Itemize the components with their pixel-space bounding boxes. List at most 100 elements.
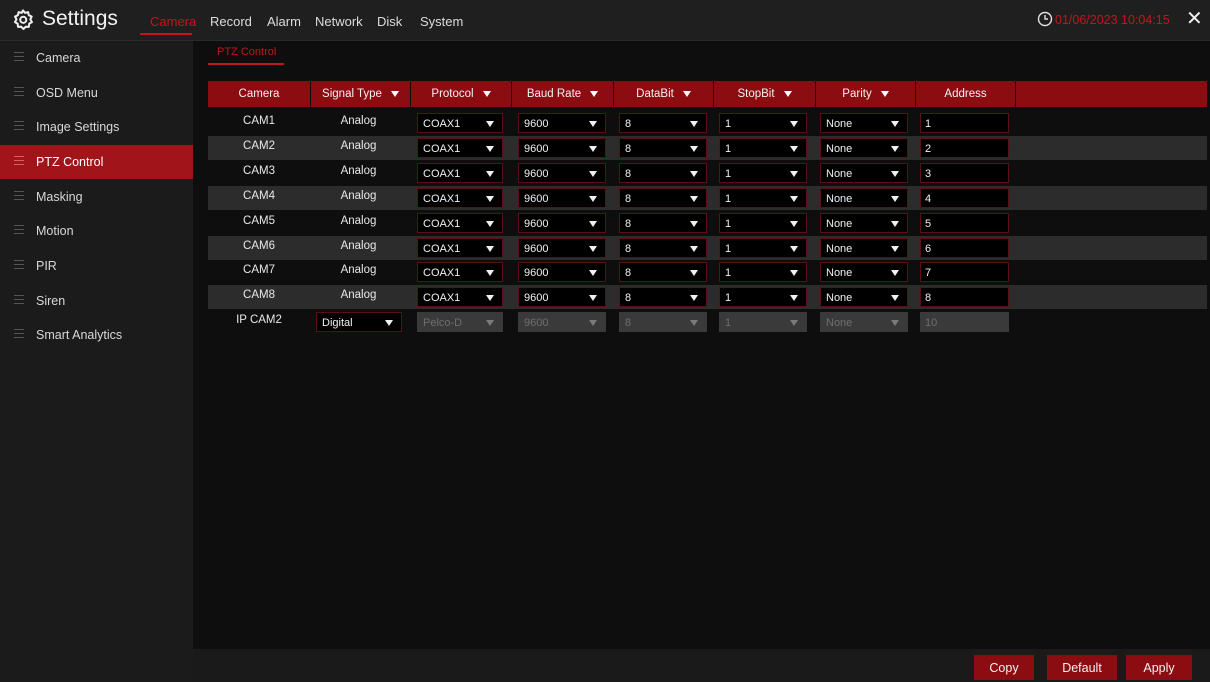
parity-select[interactable]: None bbox=[820, 262, 908, 282]
databit-select[interactable]: 8 bbox=[619, 287, 707, 307]
protocol-select[interactable]: COAX1 bbox=[417, 113, 503, 133]
select-value: COAX1 bbox=[423, 118, 461, 130]
baud-select[interactable]: 9600 bbox=[518, 213, 606, 233]
menu-alarm[interactable]: Alarm bbox=[267, 14, 301, 29]
select-value: COAX1 bbox=[423, 143, 461, 155]
menu-camera[interactable]: Camera bbox=[150, 14, 196, 29]
apply-button[interactable]: Apply bbox=[1126, 655, 1192, 680]
stopbit-select[interactable]: 1 bbox=[719, 238, 807, 258]
parity-select[interactable]: None bbox=[820, 113, 908, 133]
stopbit-select[interactable]: 1 bbox=[719, 213, 807, 233]
address-input[interactable]: 2 bbox=[920, 138, 1009, 158]
sidebar-item-label: Image Settings bbox=[36, 120, 120, 134]
dropdown-arrow-icon bbox=[790, 171, 798, 177]
select-value: 1 bbox=[725, 317, 732, 329]
menu-record[interactable]: Record bbox=[210, 14, 252, 29]
protocol-select[interactable]: COAX1 bbox=[417, 188, 503, 208]
header-protocol[interactable]: Protocol bbox=[411, 81, 511, 107]
stopbit-select[interactable]: 1 bbox=[719, 287, 807, 307]
parity-select[interactable]: None bbox=[820, 238, 908, 258]
protocol-select[interactable]: COAX1 bbox=[417, 287, 503, 307]
dropdown-arrow-icon bbox=[790, 295, 798, 301]
stopbit-select[interactable]: 1 bbox=[719, 188, 807, 208]
menu-disk[interactable]: Disk bbox=[377, 14, 402, 29]
databit-select[interactable]: 8 bbox=[619, 163, 707, 183]
parity-select[interactable]: None bbox=[820, 163, 908, 183]
header-label: Parity bbox=[842, 88, 872, 100]
menu-network[interactable]: Network bbox=[315, 14, 363, 29]
protocol-select[interactable]: COAX1 bbox=[417, 138, 503, 158]
databit-select[interactable]: 8 bbox=[619, 188, 707, 208]
stopbit-select[interactable]: 1 bbox=[719, 163, 807, 183]
input-value: 6 bbox=[925, 243, 932, 255]
header-divider bbox=[1015, 81, 1016, 107]
address-input[interactable]: 3 bbox=[920, 163, 1009, 183]
menu-system[interactable]: System bbox=[420, 14, 463, 29]
header-databit[interactable]: DataBit bbox=[614, 81, 713, 107]
dropdown-arrow-icon bbox=[589, 146, 597, 152]
address-input: 10 bbox=[920, 312, 1009, 332]
baud-select[interactable]: 9600 bbox=[518, 287, 606, 307]
tab-ptz-control[interactable]: PTZ Control bbox=[217, 46, 276, 58]
header-parity[interactable]: Parity bbox=[816, 81, 915, 107]
databit-select[interactable]: 8 bbox=[619, 238, 707, 258]
select-value: 8 bbox=[625, 267, 632, 279]
sidebar-item-ptz-control[interactable]: PTZ Control bbox=[0, 145, 193, 179]
address-input[interactable]: 1 bbox=[920, 113, 1009, 133]
list-icon bbox=[14, 260, 24, 271]
parity-select[interactable]: None bbox=[820, 138, 908, 158]
signal-type-select[interactable]: Digital bbox=[316, 312, 402, 332]
address-input[interactable]: 4 bbox=[920, 188, 1009, 208]
parity-select[interactable]: None bbox=[820, 213, 908, 233]
stopbit-select[interactable]: 1 bbox=[719, 262, 807, 282]
sidebar-item-siren[interactable]: Siren bbox=[0, 284, 193, 318]
dropdown-arrow-icon bbox=[590, 91, 599, 97]
dropdown-arrow-icon bbox=[690, 246, 698, 252]
header-stopbit[interactable]: StopBit bbox=[714, 81, 815, 107]
sidebar-item-label: PIR bbox=[36, 259, 57, 273]
protocol-select[interactable]: COAX1 bbox=[417, 213, 503, 233]
baud-select[interactable]: 9600 bbox=[518, 113, 606, 133]
select-value: 8 bbox=[625, 292, 632, 304]
baud-select[interactable]: 9600 bbox=[518, 138, 606, 158]
address-input[interactable]: 6 bbox=[920, 238, 1009, 258]
parity-select[interactable]: None bbox=[820, 188, 908, 208]
header-signal-type[interactable]: Signal Type bbox=[311, 81, 410, 107]
sidebar-item-camera[interactable]: Camera bbox=[0, 41, 193, 75]
dropdown-arrow-icon bbox=[891, 146, 899, 152]
parity-select[interactable]: None bbox=[820, 287, 908, 307]
sidebar-item-motion[interactable]: Motion bbox=[0, 214, 193, 248]
copy-button[interactable]: Copy bbox=[974, 655, 1034, 680]
protocol-select[interactable]: COAX1 bbox=[417, 262, 503, 282]
protocol-select[interactable]: COAX1 bbox=[417, 238, 503, 258]
list-icon bbox=[14, 87, 24, 98]
stopbit-select[interactable]: 1 bbox=[719, 113, 807, 133]
databit-select[interactable]: 8 bbox=[619, 138, 707, 158]
address-input[interactable]: 7 bbox=[920, 262, 1009, 282]
default-button[interactable]: Default bbox=[1047, 655, 1117, 680]
databit-select[interactable]: 8 bbox=[619, 262, 707, 282]
close-icon[interactable]: ✕ bbox=[1186, 8, 1204, 30]
camera-name: CAM6 bbox=[243, 240, 275, 252]
sidebar-item-image-settings[interactable]: Image Settings bbox=[0, 110, 193, 144]
sidebar-item-osd-menu[interactable]: OSD Menu bbox=[0, 76, 193, 110]
baud-select[interactable]: 9600 bbox=[518, 163, 606, 183]
sidebar-item-masking[interactable]: Masking bbox=[0, 180, 193, 214]
databit-select[interactable]: 8 bbox=[619, 113, 707, 133]
address-input[interactable]: 5 bbox=[920, 213, 1009, 233]
address-input[interactable]: 8 bbox=[920, 287, 1009, 307]
sidebar-item-pir[interactable]: PIR bbox=[0, 249, 193, 283]
sidebar-item-smart-analytics[interactable]: Smart Analytics bbox=[0, 318, 193, 352]
select-value: 9600 bbox=[524, 243, 549, 255]
dropdown-arrow-icon bbox=[589, 320, 597, 326]
stopbit-select[interactable]: 1 bbox=[719, 138, 807, 158]
databit-select[interactable]: 8 bbox=[619, 213, 707, 233]
baud-select[interactable]: 9600 bbox=[518, 262, 606, 282]
header-baud-rate[interactable]: Baud Rate bbox=[512, 81, 613, 107]
baud-select[interactable]: 9600 bbox=[518, 188, 606, 208]
select-value: Pelco-D bbox=[423, 317, 463, 329]
dropdown-arrow-icon bbox=[790, 146, 798, 152]
baud-select[interactable]: 9600 bbox=[518, 238, 606, 258]
header-label: Address bbox=[944, 88, 987, 100]
protocol-select[interactable]: COAX1 bbox=[417, 163, 503, 183]
